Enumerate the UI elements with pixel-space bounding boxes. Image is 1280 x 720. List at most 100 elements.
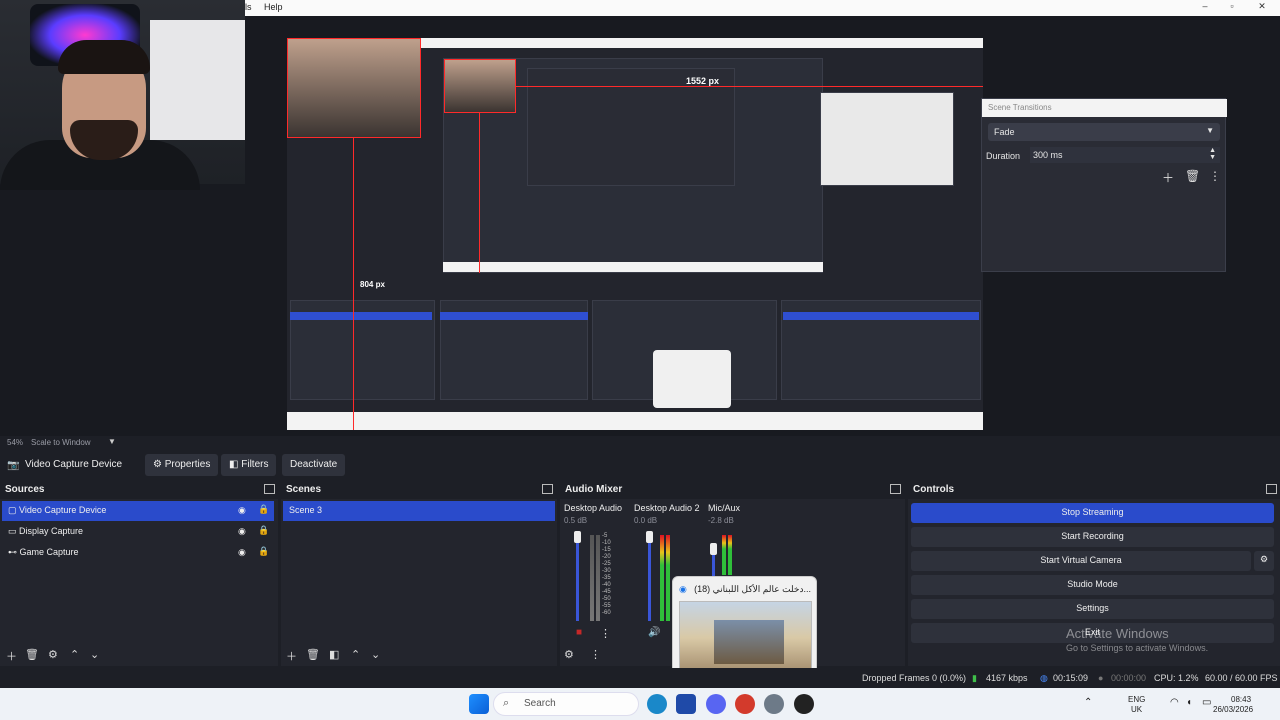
- start-recording-button[interactable]: Start Recording: [911, 527, 1274, 547]
- windows-taskbar: ⌕ Search ⌃ ENG UK ◠ ◖ ▭ 08:43 26/03/2026: [0, 688, 1280, 720]
- live-icon: ◍: [1040, 673, 1048, 683]
- duration-input[interactable]: 300 ms ▲ ▼: [1030, 147, 1220, 163]
- scene-transitions-panel: Scene Transitions Fade ▼ Duration 300 ms…: [981, 98, 1227, 272]
- slider-knob[interactable]: [574, 531, 581, 543]
- scenes-title: Scenes: [286, 484, 322, 495]
- source-label: Game Capture: [19, 547, 79, 557]
- volume-slider[interactable]: [648, 531, 651, 621]
- minimize-button[interactable]: –: [1198, 1, 1212, 13]
- controls-header: Controls: [908, 481, 1280, 499]
- trash-icon[interactable]: 🗑: [25, 648, 39, 661]
- preview-canvas[interactable]: [287, 38, 983, 430]
- speaker-icon[interactable]: 🔊: [648, 627, 660, 638]
- eye-icon[interactable]: ◉: [238, 505, 246, 516]
- move-up-icon[interactable]: ⌃: [70, 648, 79, 661]
- mute-icon[interactable]: ■: [576, 627, 582, 638]
- source-row-display-capture[interactable]: ▭ Display Capture ◉ 🔒: [2, 522, 274, 542]
- source-row-game-capture[interactable]: ⊷ Game Capture ◉ 🔒: [2, 543, 274, 563]
- obs-icon[interactable]: [794, 694, 814, 714]
- level-meter: [590, 535, 594, 621]
- chrome-icon[interactable]: [735, 694, 755, 714]
- transitions-title: Scene Transitions: [982, 99, 1227, 117]
- transition-select[interactable]: Fade ▼: [988, 123, 1220, 141]
- chevron-down-icon[interactable]: ▼: [108, 437, 116, 446]
- source-row-video-capture[interactable]: ▢ Video Capture Device ◉ 🔒: [2, 501, 274, 521]
- trash-icon[interactable]: 🗑: [306, 648, 320, 661]
- settings-icon[interactable]: [764, 694, 784, 714]
- eye-icon[interactable]: ◉: [238, 547, 246, 558]
- properties-button[interactable]: ⚙ Properties: [145, 454, 219, 476]
- virtual-camera-settings-button[interactable]: ⚙: [1254, 551, 1274, 571]
- close-button[interactable]: ✕: [1255, 1, 1269, 13]
- source-label: Video Capture Device: [19, 505, 107, 515]
- camera-icon: ▢: [8, 505, 20, 515]
- more-options-icon[interactable]: ⋮: [1209, 169, 1221, 183]
- studio-mode-button[interactable]: Studio Mode: [911, 575, 1274, 595]
- spin-buttons-icon[interactable]: ▲ ▼: [1209, 147, 1216, 161]
- add-icon[interactable]: ＋: [286, 648, 297, 664]
- trash-icon[interactable]: 🗑: [1185, 169, 1200, 183]
- gear-icon[interactable]: ⚙: [564, 648, 574, 661]
- thumbnail-city-image: [714, 620, 784, 664]
- lock-icon[interactable]: 🔒: [258, 525, 269, 536]
- gear-icon[interactable]: ⚙: [48, 648, 58, 661]
- slider-knob[interactable]: [646, 531, 653, 543]
- maximize-button[interactable]: ▫: [1225, 1, 1239, 13]
- nested-webcam: [287, 38, 421, 138]
- eye-icon[interactable]: ◉: [238, 526, 246, 537]
- popout-icon[interactable]: [1266, 484, 1277, 494]
- popout-icon[interactable]: [264, 484, 275, 494]
- menu-help[interactable]: Help: [264, 2, 283, 12]
- nested-webcam-2: [444, 59, 516, 113]
- transition-select-value: Fade: [994, 127, 1015, 137]
- scene-row[interactable]: Scene 3: [283, 501, 555, 521]
- edge-icon[interactable]: [647, 694, 667, 714]
- store-icon[interactable]: [676, 694, 696, 714]
- volume-slider[interactable]: [576, 531, 579, 621]
- db-tick: -15: [602, 547, 611, 553]
- add-transition-icon[interactable]: ＋: [1162, 169, 1174, 186]
- stop-streaming-button[interactable]: Stop Streaming: [911, 503, 1274, 523]
- windows-start-icon[interactable]: [469, 694, 489, 714]
- move-down-icon[interactable]: ⌄: [90, 648, 99, 661]
- thumbnail-preview-image[interactable]: [679, 601, 812, 675]
- filter-icon[interactable]: ◧: [329, 648, 339, 661]
- channel-name: Desktop Audio: [564, 503, 623, 513]
- discord-icon[interactable]: [706, 694, 726, 714]
- start-virtual-camera-button[interactable]: Start Virtual Camera: [911, 551, 1251, 571]
- settings-button[interactable]: Settings: [911, 599, 1274, 619]
- language-region[interactable]: UK: [1131, 705, 1142, 714]
- channel-db: 0.0 dB: [634, 516, 658, 525]
- signal-icon: ▮: [972, 673, 977, 683]
- more-options-icon[interactable]: ⋮: [590, 648, 601, 661]
- db-tick: -25: [602, 561, 611, 567]
- more-options-icon[interactable]: ⋮: [600, 627, 611, 640]
- battery-icon[interactable]: ▭: [1202, 697, 1211, 708]
- add-icon[interactable]: ＋: [6, 648, 17, 664]
- taskbar-search[interactable]: ⌕ Search: [493, 692, 639, 716]
- move-up-icon[interactable]: ⌃: [351, 648, 360, 661]
- context-toolbar: 📷 Video Capture Device ⚙ Properties ◧ Fi…: [0, 452, 1280, 478]
- popout-icon[interactable]: [542, 484, 553, 494]
- stream-time: 00:15:09: [1053, 673, 1089, 683]
- volume-icon[interactable]: ◖: [1186, 697, 1192, 708]
- menu-tools-partial[interactable]: ls: [245, 2, 252, 12]
- clock-date[interactable]: 26/03/2026: [1213, 705, 1253, 714]
- deactivate-button[interactable]: Deactivate: [282, 454, 346, 476]
- clock-time[interactable]: 08:43: [1231, 695, 1251, 704]
- language-code[interactable]: ENG: [1128, 695, 1145, 704]
- lock-icon[interactable]: 🔒: [258, 504, 269, 515]
- wifi-icon[interactable]: ◠: [1170, 697, 1179, 708]
- popout-icon[interactable]: [890, 484, 901, 494]
- tray-overflow-icon[interactable]: ⌃: [1084, 697, 1092, 708]
- db-tick: -45: [602, 589, 611, 595]
- taskbar-thumbnail-popup[interactable]: ◉ (18) دخلت عالم الأكل اللبناني...: [672, 576, 817, 678]
- gear-icon: ⚙: [1259, 554, 1269, 564]
- status-bar: Dropped Frames 0 (0.0%) ▮ 4167 kbps ◍ 00…: [0, 668, 1280, 688]
- zoom-mode[interactable]: Scale to Window: [31, 438, 91, 447]
- scenes-footer: ＋ 🗑 ◧ ⌃ ⌄: [281, 644, 557, 666]
- lock-icon[interactable]: 🔒: [258, 546, 269, 557]
- slider-knob[interactable]: [710, 543, 717, 555]
- filters-button[interactable]: ◧ Filters: [221, 454, 277, 476]
- move-down-icon[interactable]: ⌄: [371, 648, 380, 661]
